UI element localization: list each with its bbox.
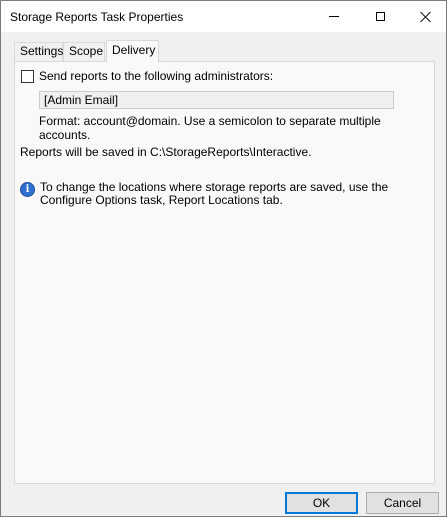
email-format-note: Format: account@domain. Use a semicolon …: [39, 114, 381, 142]
tab-settings[interactable]: Settings: [14, 42, 63, 61]
admin-email-field[interactable]: [Admin Email]: [39, 91, 394, 109]
send-reports-checkbox[interactable]: [21, 70, 34, 83]
info-icon: i: [20, 182, 35, 197]
minimize-button[interactable]: [311, 1, 357, 32]
reports-saved-location: Reports will be saved in C:\StorageRepor…: [20, 145, 312, 159]
window-title: Storage Reports Task Properties: [10, 10, 184, 24]
maximize-button[interactable]: [357, 1, 403, 32]
cancel-button[interactable]: Cancel: [366, 492, 439, 514]
close-icon: [420, 11, 432, 23]
close-button[interactable]: [403, 1, 447, 32]
send-reports-label[interactable]: Send reports to the following administra…: [39, 69, 273, 83]
title-bar[interactable]: Storage Reports Task Properties: [1, 1, 446, 32]
properties-dialog: Storage Reports Task Properties Settings…: [0, 0, 447, 517]
tab-scope[interactable]: Scope: [63, 42, 105, 61]
tab-delivery[interactable]: Delivery: [106, 40, 159, 62]
ok-button[interactable]: OK: [285, 492, 358, 514]
maximize-icon: [375, 12, 385, 21]
delivery-tab-panel: Send reports to the following administra…: [14, 61, 435, 484]
info-message: To change the locations where storage re…: [40, 180, 389, 207]
minimize-icon: [329, 16, 339, 17]
